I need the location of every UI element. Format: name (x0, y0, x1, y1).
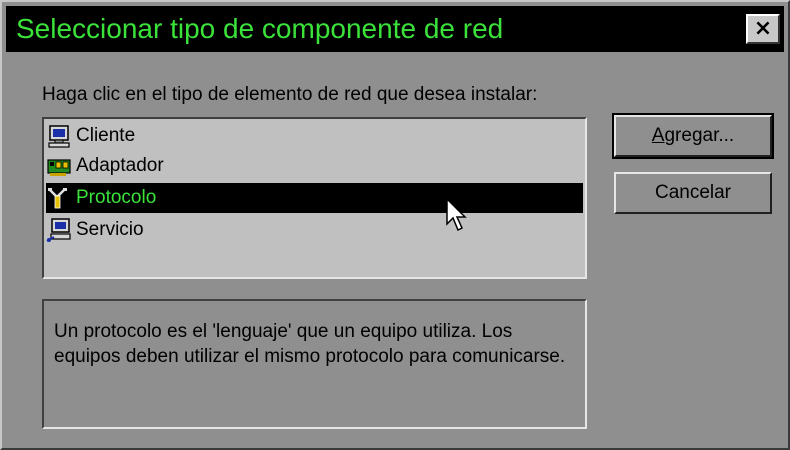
list-item-protocolo[interactable]: Protocolo (46, 183, 583, 213)
cancel-button-label: Cancelar (654, 182, 732, 203)
cancel-button[interactable]: Cancelar (614, 172, 772, 214)
component-type-list[interactable]: Cliente Adaptador Protocolo Servicio (42, 117, 587, 279)
close-icon: × (753, 16, 773, 41)
list-item-label: Servicio (76, 219, 144, 240)
list-item-cliente[interactable]: Cliente (46, 121, 583, 151)
close-button[interactable]: × (746, 14, 780, 44)
computer-icon (48, 125, 70, 148)
instruction-label: Haga clic en el tipo de elemento de red … (42, 84, 538, 105)
description-text: Un protocolo es el 'lenguaje' que un equ… (54, 321, 566, 367)
window-title: Seleccionar tipo de componente de red (16, 13, 504, 44)
list-item-label: Protocolo (76, 187, 157, 208)
add-button-accelerator: A (651, 125, 665, 146)
add-button-label: gregar... (664, 125, 735, 146)
list-item-label: Cliente (76, 125, 136, 146)
service-computer-icon (46, 218, 71, 242)
list-item-servicio[interactable]: Servicio (46, 215, 583, 245)
mouse-cursor-icon (446, 198, 467, 232)
protocol-plug-icon (48, 188, 67, 209)
add-button[interactable]: Agregar... (612, 113, 774, 159)
description-panel: Un protocolo es el 'lenguaje' que un equ… (42, 299, 587, 429)
list-item-label: Adaptador (76, 155, 164, 176)
title-bar[interactable]: Seleccionar tipo de componente de red × (6, 6, 784, 52)
network-component-dialog: Seleccionar tipo de componente de red × … (0, 0, 790, 450)
list-item-adaptador[interactable]: Adaptador (46, 151, 583, 181)
network-card-icon (47, 159, 71, 176)
